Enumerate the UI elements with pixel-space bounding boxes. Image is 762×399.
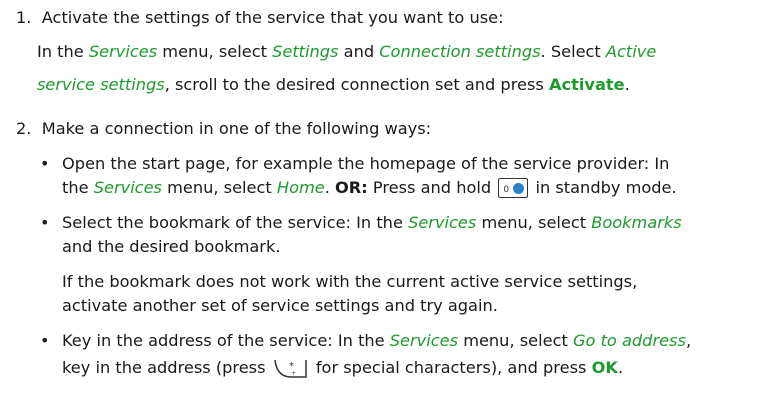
- instruction-page: 2. 1. Activate the settings of the servi…: [0, 0, 762, 399]
- bullet3-line2: key in the address (press * + for specia…: [62, 357, 623, 379]
- or-label: OR:: [335, 178, 368, 197]
- key-0-globe-icon: 0: [498, 178, 529, 198]
- step2-text: Make a connection in one of the followin…: [41, 119, 432, 138]
- step1-number-label: 1.: [16, 8, 32, 27]
- text-segment: and: [338, 42, 380, 61]
- key-star-icon: * +: [273, 359, 307, 378]
- bullet1-line1: Open the start page, for example the hom…: [62, 154, 670, 173]
- text-segment: menu, select: [161, 178, 277, 197]
- services-menu-ref: Services: [88, 42, 158, 61]
- ok-key-ref: OK: [591, 358, 618, 377]
- services-menu-ref: Services: [389, 331, 459, 350]
- text-segment: menu, select: [157, 42, 273, 61]
- home-menu-ref: Home: [276, 178, 325, 197]
- text-segment: key in the address (press: [62, 358, 271, 377]
- bullet-marker: •: [40, 213, 50, 232]
- settings-menu-ref: Settings: [272, 42, 339, 61]
- svg-text:+: +: [291, 370, 296, 377]
- connection-settings-ref: Connection settings: [379, 42, 541, 61]
- bullet3-line1: Key in the address of the service: In th…: [62, 331, 691, 351]
- text-segment: the: [62, 178, 94, 197]
- text-segment: .: [324, 178, 336, 197]
- bullet2-line1: Select the bookmark of the service: In t…: [62, 213, 682, 233]
- active-service-settings-ref: Active: [605, 42, 657, 61]
- activate-key-ref: Activate: [548, 75, 625, 94]
- bullet2-note-line1: If the bookmark does not work with the c…: [62, 272, 638, 291]
- step1-line: 2. 1. Activate the settings of the servi…: [16, 8, 504, 28]
- text-segment: Key in the address of the service: In th…: [62, 331, 390, 350]
- step1-detail-line1: In the Services menu, select Settings an…: [37, 42, 656, 62]
- text-segment: , scroll to the desired connection set a…: [164, 75, 549, 94]
- bullet1-line2: the Services menu, select Home. OR: Pres…: [62, 178, 677, 198]
- text-segment: In the: [37, 42, 89, 61]
- services-menu-ref: Services: [93, 178, 162, 197]
- step2-number-label: 2.: [16, 119, 32, 138]
- bullet-marker: •: [40, 154, 50, 173]
- text-segment: . Select: [540, 42, 606, 61]
- text-segment: in standby mode.: [530, 178, 677, 197]
- text-segment: .: [617, 358, 624, 377]
- step2-line: 2. Make a connection in one of the follo…: [16, 119, 431, 139]
- bullet2-note-line2: activate another set of service settings…: [62, 296, 498, 315]
- bullet2-line2: and the desired bookmark.: [62, 237, 281, 256]
- step1-text: Activate the settings of the service tha…: [41, 8, 504, 27]
- text-segment: menu, select: [476, 213, 592, 232]
- text-segment: .: [624, 75, 630, 94]
- step1-detail-line2: service settings, scroll to the desired …: [37, 75, 630, 95]
- active-service-settings-ref-cont: service settings: [37, 75, 165, 94]
- text-segment: Press and hold: [367, 178, 497, 197]
- go-to-address-ref: Go to address: [572, 331, 686, 350]
- services-menu-ref: Services: [408, 213, 477, 232]
- bullet-marker: •: [40, 331, 50, 350]
- bookmarks-menu-ref: Bookmarks: [591, 213, 682, 232]
- text-segment: ,: [685, 331, 692, 350]
- text-segment: for special characters), and press: [310, 358, 592, 377]
- text-segment: menu, select: [458, 331, 573, 350]
- text-segment: Select the bookmark of the service: In t…: [62, 213, 409, 232]
